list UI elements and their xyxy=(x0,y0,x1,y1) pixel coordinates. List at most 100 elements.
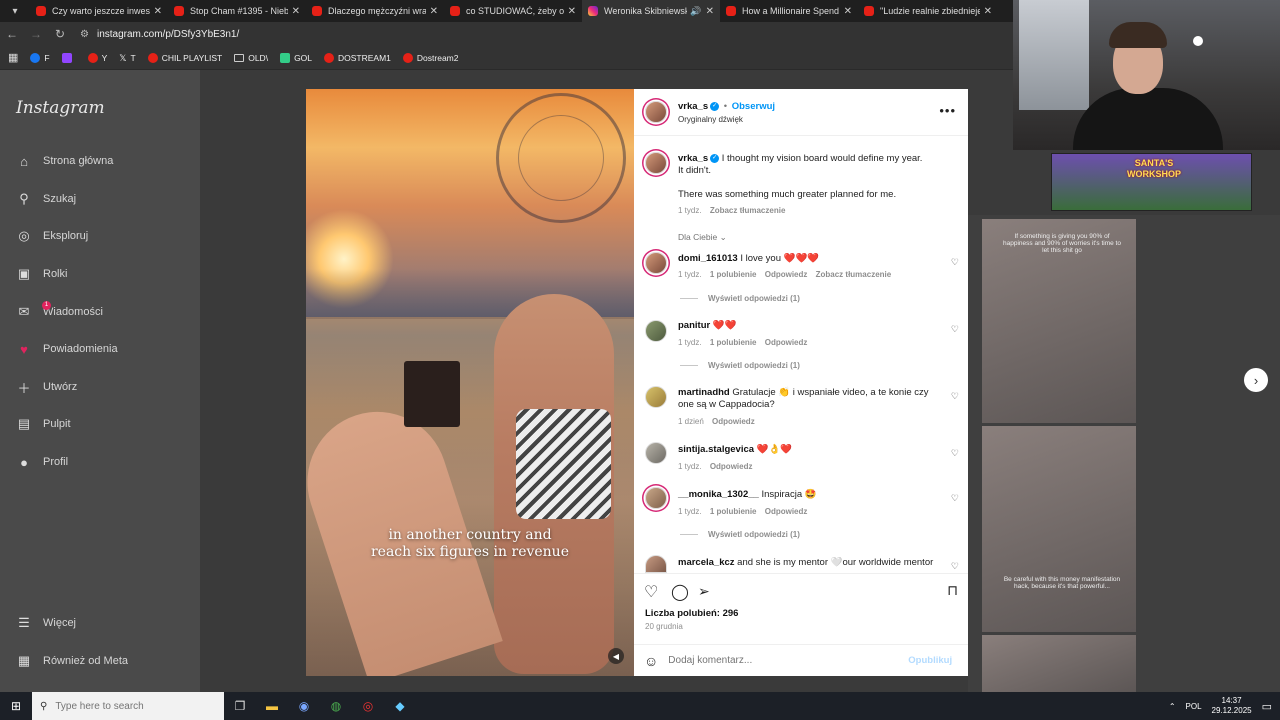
comment-username[interactable]: marcela_kcz xyxy=(678,557,735,568)
like-comment-icon[interactable]: ♡ xyxy=(951,448,959,459)
share-icon[interactable]: ➢ xyxy=(698,583,710,600)
taskbar-search[interactable]: ⚲ xyxy=(32,692,224,720)
caption-username[interactable]: vrka_s xyxy=(678,153,708,164)
avatar[interactable] xyxy=(645,442,667,464)
windows-start-icon[interactable]: ⊞ xyxy=(0,692,32,720)
like-comment-icon[interactable]: ♡ xyxy=(951,391,959,402)
sidebar-item-more[interactable]: ☰ Więcej xyxy=(16,615,76,631)
sidebar-item-search[interactable]: ⚲ Szukaj xyxy=(16,191,76,207)
browser-tab[interactable]: How a Millionaire Spend ✕ xyxy=(720,0,858,22)
bookmark-icon[interactable]: ⊓ xyxy=(947,582,958,599)
background-thumbnail[interactable] xyxy=(982,635,1136,692)
app-icon[interactable]: ◉ xyxy=(288,692,320,720)
avatar[interactable] xyxy=(645,555,667,573)
bookmark-f[interactable]: F xyxy=(30,52,50,63)
like-comment-icon[interactable]: ♡ xyxy=(951,493,959,504)
avatar[interactable] xyxy=(645,487,667,509)
bookmark-t[interactable]: 𝕏T xyxy=(119,53,135,63)
background-thumbnail[interactable]: Be careful with this money manifestation… xyxy=(982,426,1136,632)
reply-button[interactable]: Odpowiedz xyxy=(710,462,753,471)
browser-tab-active[interactable]: Weronika Skibniewsk 🔊 ✕ xyxy=(582,0,720,22)
sidebar-item-explore[interactable]: ◎ Eksploruj xyxy=(16,228,88,244)
more-options-icon[interactable]: ••• xyxy=(939,103,956,118)
site-info-icon[interactable]: ⚙ xyxy=(80,29,89,40)
bookmark-twitch[interactable] xyxy=(61,52,76,63)
like-comment-icon[interactable]: ♡ xyxy=(951,257,959,268)
like-comment-icon[interactable]: ♡ xyxy=(951,561,959,572)
reply-button[interactable]: Odpowiedz xyxy=(712,417,755,426)
like-comment-icon[interactable]: ♡ xyxy=(951,324,959,335)
url-field[interactable]: ⚙ instagram.com/p/DSfy3YbE3n1/ xyxy=(80,29,239,40)
comment-username[interactable]: panitur xyxy=(678,320,710,331)
forward-icon[interactable]: → xyxy=(24,27,48,41)
ad-banner[interactable]: SANTA'S WORKSHOP xyxy=(1051,153,1252,211)
avatar[interactable] xyxy=(645,252,667,274)
browser-tab[interactable]: co STUDIOWAĆ, żeby osi ✕ xyxy=(444,0,582,22)
bookmark-chil-playlist[interactable]: CHIL PLAYLIST xyxy=(147,52,222,63)
comment-username[interactable]: martinadhd xyxy=(678,387,730,398)
clock[interactable]: 14:37 29.12.2025 xyxy=(1212,696,1252,716)
comment-likes[interactable]: 1 polubienie xyxy=(710,270,757,279)
task-view-icon[interactable]: ❐ xyxy=(224,692,256,720)
comment-username[interactable]: domi_161013 xyxy=(678,253,738,264)
avatar[interactable] xyxy=(645,320,667,342)
sidebar-item-create[interactable]: ＋ Utwórz xyxy=(16,379,77,396)
sidebar-item-reels[interactable]: ▣ Rolki xyxy=(16,266,68,282)
sidebar-item-notifications[interactable]: ♥ Powiadomienia xyxy=(16,341,117,357)
avatar[interactable] xyxy=(645,101,667,123)
speaker-icon[interactable]: 🔊 xyxy=(690,6,701,17)
browser-tab[interactable]: Stop Cham #1395 - Nieb ✕ xyxy=(168,0,306,22)
chrome-icon[interactable]: ◍ xyxy=(320,692,352,720)
comment-filter[interactable]: Dla Ciebie ⌄ xyxy=(678,232,727,243)
apps-icon[interactable]: ▦ xyxy=(8,51,18,64)
bookmark-dostream1[interactable]: DOSTREAM1 xyxy=(324,52,391,63)
original-audio-link[interactable]: Oryginalny dźwięk xyxy=(678,115,743,124)
instagram-logo[interactable]: Instagram xyxy=(16,98,105,118)
likes-count[interactable]: Liczba polubień: 296 xyxy=(645,608,738,619)
next-post-button[interactable]: › xyxy=(1244,368,1268,392)
author-username[interactable]: vrka_s xyxy=(678,101,708,112)
comment-input[interactable] xyxy=(668,655,899,666)
post-video[interactable]: in another country and reach six figures… xyxy=(306,89,634,676)
comment-icon[interactable]: ◯ xyxy=(671,582,689,602)
publish-button[interactable]: Opublikuj xyxy=(908,655,952,666)
like-icon[interactable]: ♡ xyxy=(644,582,658,602)
back-icon[interactable]: ← xyxy=(0,27,24,41)
file-explorer-icon[interactable]: ▬ xyxy=(256,692,288,720)
close-icon[interactable]: ✕ xyxy=(430,6,438,17)
bookmark-folder-old[interactable]: OLD\ xyxy=(234,53,268,63)
browser-tab[interactable]: Dlaczego mężczyźni wrac ✕ xyxy=(306,0,444,22)
app-icon[interactable]: ◆ xyxy=(384,692,416,720)
view-replies-button[interactable]: Wyświetl odpowiedzi (1) xyxy=(680,294,800,303)
reply-button[interactable]: Odpowiedz xyxy=(765,270,808,279)
view-replies-button[interactable]: Wyświetl odpowiedzi (1) xyxy=(680,361,800,370)
bookmark-dostream2[interactable]: Dostream2 xyxy=(402,52,459,63)
close-icon[interactable]: ✕ xyxy=(984,6,992,17)
follow-button[interactable]: Obserwuj xyxy=(732,101,775,112)
browser-tab[interactable]: "Ludzie realnie zbiednieje ✕ xyxy=(858,0,998,22)
background-thumbnail[interactable]: If something is giving you 90% of happin… xyxy=(982,219,1136,423)
emoji-icon[interactable]: ☺ xyxy=(644,653,658,669)
tab-menu-icon[interactable]: ▾ xyxy=(0,0,30,22)
sidebar-item-home[interactable]: ⌂ Strona główna xyxy=(16,153,113,169)
audio-toggle-button[interactable]: ◀ xyxy=(608,648,624,664)
bookmark-y[interactable]: Y xyxy=(87,52,107,63)
sidebar-item-dashboard[interactable]: ▤ Pulpit xyxy=(16,416,71,432)
close-icon[interactable]: ✕ xyxy=(706,6,714,17)
avatar[interactable] xyxy=(645,386,667,408)
view-replies-button[interactable]: Wyświetl odpowiedzi (1) xyxy=(680,530,800,539)
comment-likes[interactable]: 1 polubienie xyxy=(710,338,757,347)
close-icon[interactable]: ✕ xyxy=(154,6,162,17)
bookmark-gol[interactable]: GOL xyxy=(280,52,312,63)
avatar[interactable] xyxy=(645,152,667,174)
taskbar-search-input[interactable] xyxy=(55,700,206,712)
comment-likes[interactable]: 1 polubienie xyxy=(710,507,757,516)
chevron-up-icon[interactable]: ⌃ xyxy=(1169,702,1176,711)
close-icon[interactable]: ✕ xyxy=(568,6,576,17)
language-indicator[interactable]: POL xyxy=(1186,702,1202,711)
close-icon[interactable]: ✕ xyxy=(844,6,852,17)
close-icon[interactable]: ✕ xyxy=(292,6,300,17)
notification-icon[interactable]: ▭ xyxy=(1262,700,1272,713)
reply-button[interactable]: Odpowiedz xyxy=(765,338,808,347)
reply-button[interactable]: Odpowiedz xyxy=(765,507,808,516)
